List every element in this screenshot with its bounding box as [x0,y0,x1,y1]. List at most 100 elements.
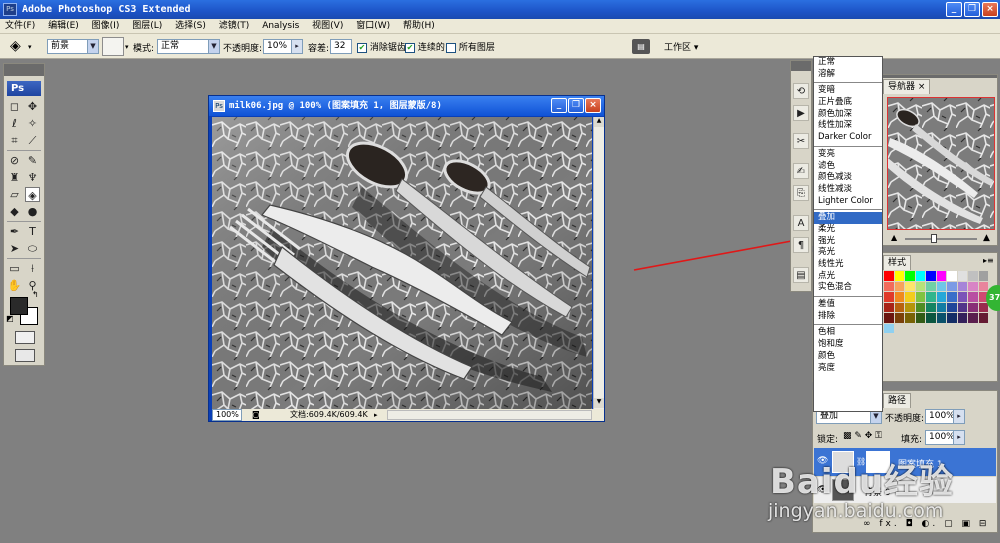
swatch[interactable] [894,313,904,323]
doc-restore-button[interactable]: ❐ [568,98,584,113]
brushes-palette-icon[interactable]: ▤ [632,39,650,54]
swatch[interactable] [905,292,915,302]
antialias-checkbox[interactable]: ✔ [357,42,367,53]
shape-tool-icon[interactable]: ⬭ [25,241,40,256]
brush-tool-icon[interactable]: ✎ [25,153,40,168]
opacity-input[interactable]: 10% ▸ [263,39,303,54]
healing-brush-tool-icon[interactable]: ⊘ [7,153,22,168]
swatch[interactable] [936,313,946,323]
swatch[interactable] [957,292,967,302]
blur-tool-icon[interactable]: ◆ [7,204,22,219]
blend-mode-option[interactable]: 点光 [814,271,882,283]
swatch[interactable] [936,292,946,302]
menu-edit[interactable]: 编辑(E) [43,19,84,34]
swatch[interactable] [968,292,978,302]
swatch[interactable] [894,292,904,302]
blend-mode-option[interactable]: 颜色减淡 [814,172,882,184]
clone-source-panel-icon[interactable]: ⎘ [793,185,809,201]
swatch[interactable] [926,313,936,323]
swatch[interactable] [915,281,925,291]
paths-tab[interactable]: 路径 [883,393,912,408]
type-tool-icon[interactable]: T [25,224,40,239]
swatch[interactable] [926,302,936,312]
navigator-tab[interactable]: 导航器 × [883,79,931,94]
document-horizontal-scrollbar[interactable] [387,410,592,420]
swatch[interactable] [968,271,978,281]
opacity-slider-arrow-icon[interactable]: ▸ [953,410,964,423]
paint-bucket-tool-icon[interactable]: ◈ [10,38,21,54]
blend-mode-option[interactable]: 变亮 [814,149,882,161]
status-menu-arrow-icon[interactable]: ▸ [374,409,378,421]
history-panel-icon[interactable]: ⟲ [793,83,809,99]
brushes-panel-icon[interactable]: ✍ [793,163,809,179]
zoom-level-input[interactable]: 100% [212,409,242,421]
swatch[interactable] [936,281,946,291]
clone-stamp-tool-icon[interactable]: ♜ [7,170,22,185]
blend-mode-option[interactable]: 叠加 [814,212,882,224]
navigator-zoom-slider[interactable]: ▲ ▲ [891,233,995,245]
blend-mode-option[interactable]: 差值 [814,299,882,311]
swatch[interactable] [968,313,978,323]
swatch[interactable] [978,271,988,281]
layer-fill-input[interactable]: 100% ▸ [925,430,965,445]
swatch[interactable] [894,281,904,291]
layer-opacity-input[interactable]: 100% ▸ [925,409,965,424]
swatch[interactable] [884,323,894,333]
zoom-in-icon[interactable]: ▲ [983,233,990,243]
swatch[interactable] [926,281,936,291]
swatch[interactable] [968,302,978,312]
path-selection-tool-icon[interactable]: ➤ [7,241,22,256]
scroll-down-arrow-icon[interactable]: ▼ [594,398,604,408]
menu-filter[interactable]: 滤镜(T) [214,19,255,34]
swatch[interactable] [905,281,915,291]
lasso-tool-icon[interactable]: ℓ [7,116,22,131]
swatch[interactable] [978,281,988,291]
swatch[interactable] [884,281,894,291]
blend-mode-menu[interactable]: 正常 溶解 变暗 正片叠底 颜色加深 线性加深 Darker Color 变亮 滤色 颜色减淡 线性… [813,56,883,412]
magic-wand-tool-icon[interactable]: ✧ [25,116,40,131]
panel-menu-icon[interactable]: ▸≡ [983,256,994,265]
dodge-tool-icon[interactable]: ● [25,204,40,219]
toolbox-header[interactable] [4,64,44,76]
swatch[interactable] [936,302,946,312]
blend-mode-option[interactable]: 颜色加深 [814,109,882,121]
blend-mode-option[interactable]: 亮度 [814,363,882,375]
swatch[interactable] [947,271,957,281]
antialias-option[interactable]: ✔ 消除锯齿 [357,40,406,53]
blend-mode-option[interactable]: 颜色 [814,351,882,363]
swatch[interactable] [884,302,894,312]
contiguous-option[interactable]: ✔ 连续的 [405,40,445,53]
doc-minimize-button[interactable]: _ [551,98,567,113]
swatch[interactable] [957,281,967,291]
swatch[interactable] [947,313,957,323]
layer-comps-panel-icon[interactable]: ▤ [793,267,809,283]
fill-slider-arrow-icon[interactable]: ▸ [953,431,964,444]
lock-options-icons[interactable]: ▩ ✎ ✥ ⚿ [843,431,882,441]
blend-mode-option[interactable]: 强光 [814,236,882,248]
pattern-chevron-down-icon[interactable]: ▾ [125,43,129,51]
swatch[interactable] [968,281,978,291]
swatch[interactable] [957,302,967,312]
blend-mode-option[interactable]: 线性光 [814,259,882,271]
move-tool-icon[interactable]: ✥ [25,99,40,114]
tool-presets-panel-icon[interactable]: ✂ [793,133,809,149]
menu-layer[interactable]: 图层(L) [127,19,167,34]
blend-mode-option[interactable]: 滤色 [814,161,882,173]
blend-mode-option[interactable]: 变暗 [814,85,882,97]
swatch[interactable] [978,313,988,323]
zoom-out-icon[interactable]: ▲ [891,233,897,242]
quick-mask-mode-icon[interactable] [15,331,35,344]
swatch[interactable] [905,313,915,323]
paint-bucket-tool-icon[interactable]: ◈ [25,187,40,202]
notes-tool-icon[interactable]: ▭ [7,261,22,276]
eraser-tool-icon[interactable]: ▱ [7,187,22,202]
styles-tab[interactable]: 样式 [883,255,912,270]
swatch[interactable] [947,292,957,302]
swatch[interactable] [915,292,925,302]
blend-mode-option[interactable]: 饱和度 [814,339,882,351]
all-layers-option[interactable]: 所有图层 [446,40,495,53]
screen-mode-icon[interactable] [15,349,35,362]
fill-source-select[interactable]: 前景 ▼ [47,39,99,54]
pen-tool-icon[interactable]: ✒ [7,224,22,239]
document-title-bar[interactable]: milk06.jpg @ 100% (图案填充 1, 图层蒙版/8) [209,96,604,116]
